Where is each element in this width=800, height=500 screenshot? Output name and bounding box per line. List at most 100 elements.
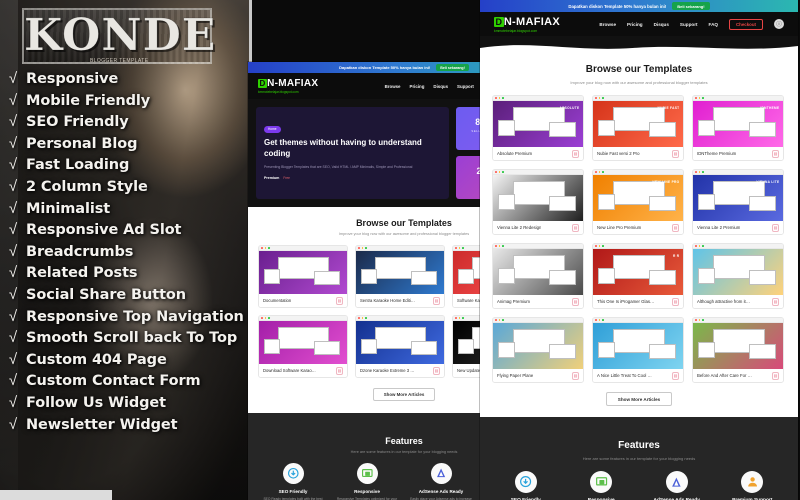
brand-url: kmmotebelajar.blogspot.com (494, 28, 538, 33)
nav-item-browse[interactable]: Browse (599, 22, 616, 27)
window-dot-icon (498, 97, 501, 99)
template-thumbnail[interactable] (493, 249, 583, 295)
nav-checkout-button[interactable]: Checkout (728, 18, 763, 30)
template-card[interactable]: IDNTHEME IDNTheme Premium ▤ (692, 95, 784, 161)
feature-item: AdSense Ads ReadyEasily place your Adsen… (645, 471, 709, 500)
topbar-text: Dapatkan diskon Template 50% hanya bulan… (568, 3, 667, 9)
site-brand[interactable]: D N-MAFIAX kmmotebelajar.blogspot.com (494, 16, 560, 33)
promo-feature-label: Responsive Top Navigation (26, 308, 244, 325)
premium-tag-icon[interactable]: ▤ (672, 297, 679, 306)
premium-tag-icon[interactable]: ▤ (772, 371, 779, 380)
template-card[interactable]: NUBIE FAST Nubie Fast versi 2 Pro ▤ (592, 95, 684, 161)
nav-item-faq[interactable]: FAQ (709, 22, 718, 27)
window-dot-icon (264, 247, 267, 249)
window-dot-icon (502, 319, 504, 321)
window-dot-icon (264, 317, 267, 319)
nav-item-disqus[interactable]: Disqus (433, 84, 448, 89)
premium-tag-icon[interactable]: ▤ (672, 371, 679, 380)
template-thumbnail[interactable]: NUBIE FAST (593, 101, 683, 147)
template-card-title: Vienna Lite 2 Redesign (497, 225, 542, 230)
template-thumbnail[interactable] (493, 323, 583, 369)
premium-tag-icon[interactable]: ▤ (772, 297, 779, 306)
premium-tag-icon[interactable]: ▤ (672, 223, 679, 232)
premium-tag-icon[interactable]: ▤ (336, 366, 343, 375)
template-thumbnail[interactable] (259, 251, 347, 294)
promo-feature-label: Follow Us Widget (26, 394, 166, 411)
premium-tag-icon[interactable]: ▤ (772, 149, 779, 158)
account-icon[interactable]: ⓘ (774, 19, 784, 29)
nav-item-browse[interactable]: Browse (385, 84, 401, 89)
nav-item-disqus[interactable]: Disqus (654, 22, 669, 27)
nav-item-pricing[interactable]: Pricing (410, 84, 425, 89)
premium-tag-icon[interactable]: ▤ (433, 296, 440, 305)
device-mockup (458, 339, 475, 354)
promo-feature-item: √ Responsive (6, 68, 250, 90)
features-grid: SEO FriendlySEO Ready templates built wi… (488, 471, 790, 500)
device-mockup (748, 122, 776, 137)
template-card[interactable]: Vienna Lite 2 Redesign ▤ (492, 169, 584, 235)
template-thumbnail[interactable] (259, 321, 347, 364)
nav-item-pricing[interactable]: Pricing (627, 22, 643, 27)
template-card[interactable]: NEW LINE PRO New Line Pro Premium ▤ (592, 169, 684, 235)
template-thumbnail[interactable] (593, 323, 683, 369)
show-more-articles-button[interactable]: Show More Articles (372, 388, 436, 401)
check-icon: √ (8, 91, 18, 109)
premium-tag-icon[interactable]: ▤ (572, 371, 579, 380)
template-thumbnail[interactable] (356, 251, 444, 294)
template-card[interactable]: VIENNA LITE Vienna Lite 2 Premium ▤ (692, 169, 784, 235)
template-card[interactable]: Before And After Care For … ▤ (692, 317, 784, 383)
topbar-buy-button[interactable]: Beli sekarang! (672, 2, 710, 10)
hero-cta-group: Premium Free (264, 176, 441, 180)
template-card[interactable]: Animag Premium ▤ (492, 243, 584, 309)
premium-tag-icon[interactable]: ▤ (672, 149, 679, 158)
window-dot-icon (495, 97, 497, 99)
template-thumbnail[interactable] (356, 321, 444, 364)
device-mockup (548, 270, 576, 285)
template-card[interactable]: Sentra Karaoke Home Editi… ▤ (355, 245, 445, 308)
template-card-title: Sentra Karaoke Home Editi… (360, 298, 415, 303)
hero-free-link[interactable]: Free (283, 176, 290, 180)
template-thumbnail[interactable]: ABSOLUTE (493, 101, 583, 147)
topbar-buy-button[interactable]: Beli sekarang! (436, 64, 469, 71)
template-card[interactable]: Although attractive from it… ▤ (692, 243, 784, 309)
template-card[interactable]: R R This One Is iProgamer Glas… ▤ (592, 243, 684, 309)
premium-tag-icon[interactable]: ▤ (772, 223, 779, 232)
template-card[interactable]: Flying Paper Plane ▤ (492, 317, 584, 383)
template-thumbnail[interactable]: VIENNA LITE (693, 175, 783, 221)
premium-tag-icon[interactable]: ▤ (572, 297, 579, 306)
template-thumbnail[interactable] (493, 175, 583, 221)
brand-name: D N-MAFIAX (494, 16, 560, 28)
premium-tag-icon[interactable]: ▤ (433, 366, 440, 375)
template-thumbnail[interactable]: R R (593, 249, 683, 295)
template-thumbnail[interactable] (693, 323, 783, 369)
hero-title: Get themes without having to understand … (264, 137, 422, 158)
template-card[interactable]: Documentation ▤ (258, 245, 348, 308)
hero-premium-button[interactable]: Premium (264, 176, 279, 180)
right-site-preview[interactable]: Dapatkan diskon Template 50% hanya bulan… (480, 0, 798, 500)
template-card[interactable]: ABSOLUTE Absolute Premium ▤ (492, 95, 584, 161)
window-dot-icon (458, 317, 461, 319)
template-thumbnail[interactable]: NEW LINE PRO (593, 175, 683, 221)
site-brand[interactable]: D N-MAFIAX kmmotebelajar.blogspot.com (258, 78, 318, 94)
thumbnail-caption: VIENNA LITE (756, 179, 780, 184)
template-card[interactable]: Download Software Karao… ▤ (258, 315, 348, 378)
template-card[interactable]: A Nice Little Treat To Cool … ▤ (592, 317, 684, 383)
template-thumbnail[interactable] (693, 249, 783, 295)
promo-feature-item: √ Minimalist (6, 198, 250, 220)
check-icon: √ (8, 350, 18, 368)
device-mockup (498, 342, 515, 358)
show-more-articles-button[interactable]: Show More Articles (605, 392, 673, 406)
feature-item: SEO FriendlySEO Ready templates built wi… (262, 463, 324, 500)
template-card[interactable]: Dzone Karaoke Extreme 3 … ▤ (355, 315, 445, 378)
template-thumbnail-art: NEW LINE PRO (593, 175, 683, 221)
nav-item-support[interactable]: Support (680, 22, 698, 27)
premium-tag-icon[interactable]: ▤ (572, 149, 579, 158)
premium-tag-icon[interactable]: ▤ (336, 296, 343, 305)
nav-item-support[interactable]: Support (457, 84, 474, 89)
premium-tag-icon[interactable]: ▤ (572, 223, 579, 232)
responsive-icon (590, 471, 613, 493)
template-card-title: Before And After Care For … (697, 373, 752, 378)
template-thumbnail[interactable]: IDNTHEME (693, 101, 783, 147)
device-mockup (361, 269, 378, 284)
promo-feature-item: √ Social Share Button (6, 284, 250, 306)
